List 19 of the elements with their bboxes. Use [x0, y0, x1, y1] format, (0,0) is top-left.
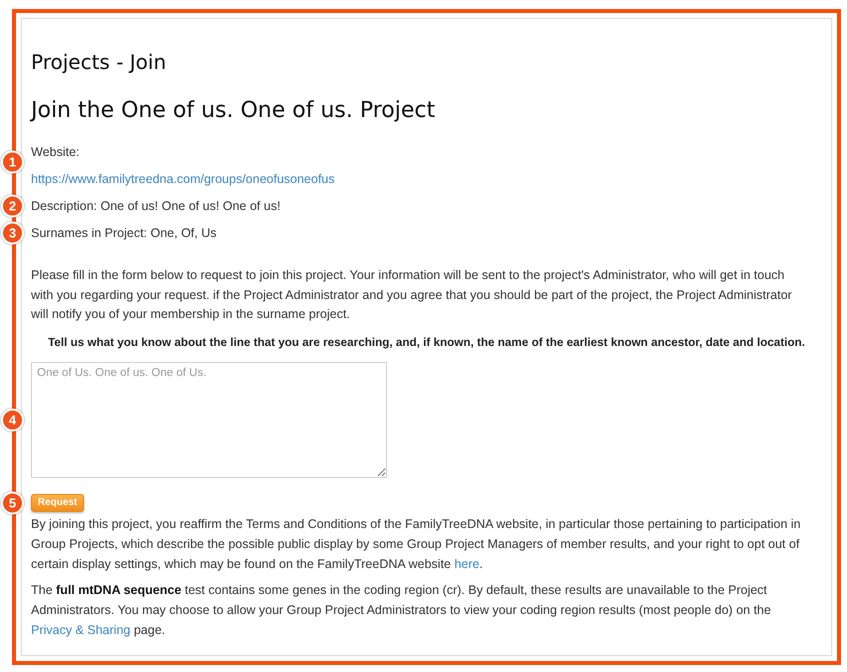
callout-number: 1: [1, 150, 24, 174]
description-text: Description: One of us! One of us! One of us!: [31, 198, 280, 215]
callout-number: 3: [1, 222, 24, 244]
inline-link[interactable]: Privacy & Sharing: [31, 622, 130, 637]
prompt-text: Tell us what you know about the line that you are researching, and, if known, the name of the earliest known ancestor, date and location.: [46, 335, 806, 352]
callout-number: 4: [1, 408, 24, 432]
callout-number: 2: [1, 194, 24, 218]
request-button[interactable]: Request: [31, 494, 84, 512]
project-heading: Join the One of us. One of us. Project: [31, 97, 436, 125]
note-paragraph: By joining this project, you reaffirm the Terms and Conditions of the FamilyTreeDNA website, in particular those pertaining to participation in Group Projects, which describe the possible public display by some Group Project Managers of member results, and your right to opt out of certain display settings, which may be found on the FamilyTreeDNA website here.: [31, 516, 802, 573]
answer-box[interactable]: One of Us. One of us. One of Us.: [31, 362, 387, 478]
page-title: Projects - Join: [31, 49, 166, 76]
surnames-text: Surnames in Project: One, Of, Us: [31, 225, 216, 242]
inline-link[interactable]: here: [454, 556, 480, 571]
note-paragraph: The full mtDNA sequence test contains some genes in the coding region (cr). By default, these results are unavailable to the Project Administrators. You may choose to allow your Group Project Administrators to view your coding region results (most people do) on the Privacy & Sharing page.: [31, 582, 772, 639]
intro-paragraph: Please fill in the form below to request to join this project. Your information will be sent to the project's Administrator, who will get in touch with you regarding your request. if the Project Administrator and you agree that you should be part of the project, the Project Administrator will notify you of your membership in the surname project.: [31, 267, 793, 324]
callout-number: 5: [1, 492, 24, 515]
website-label: Website:: [31, 144, 80, 161]
website-link[interactable]: https://www.familytreedna.com/groups/oneofusoneofus: [31, 172, 335, 186]
